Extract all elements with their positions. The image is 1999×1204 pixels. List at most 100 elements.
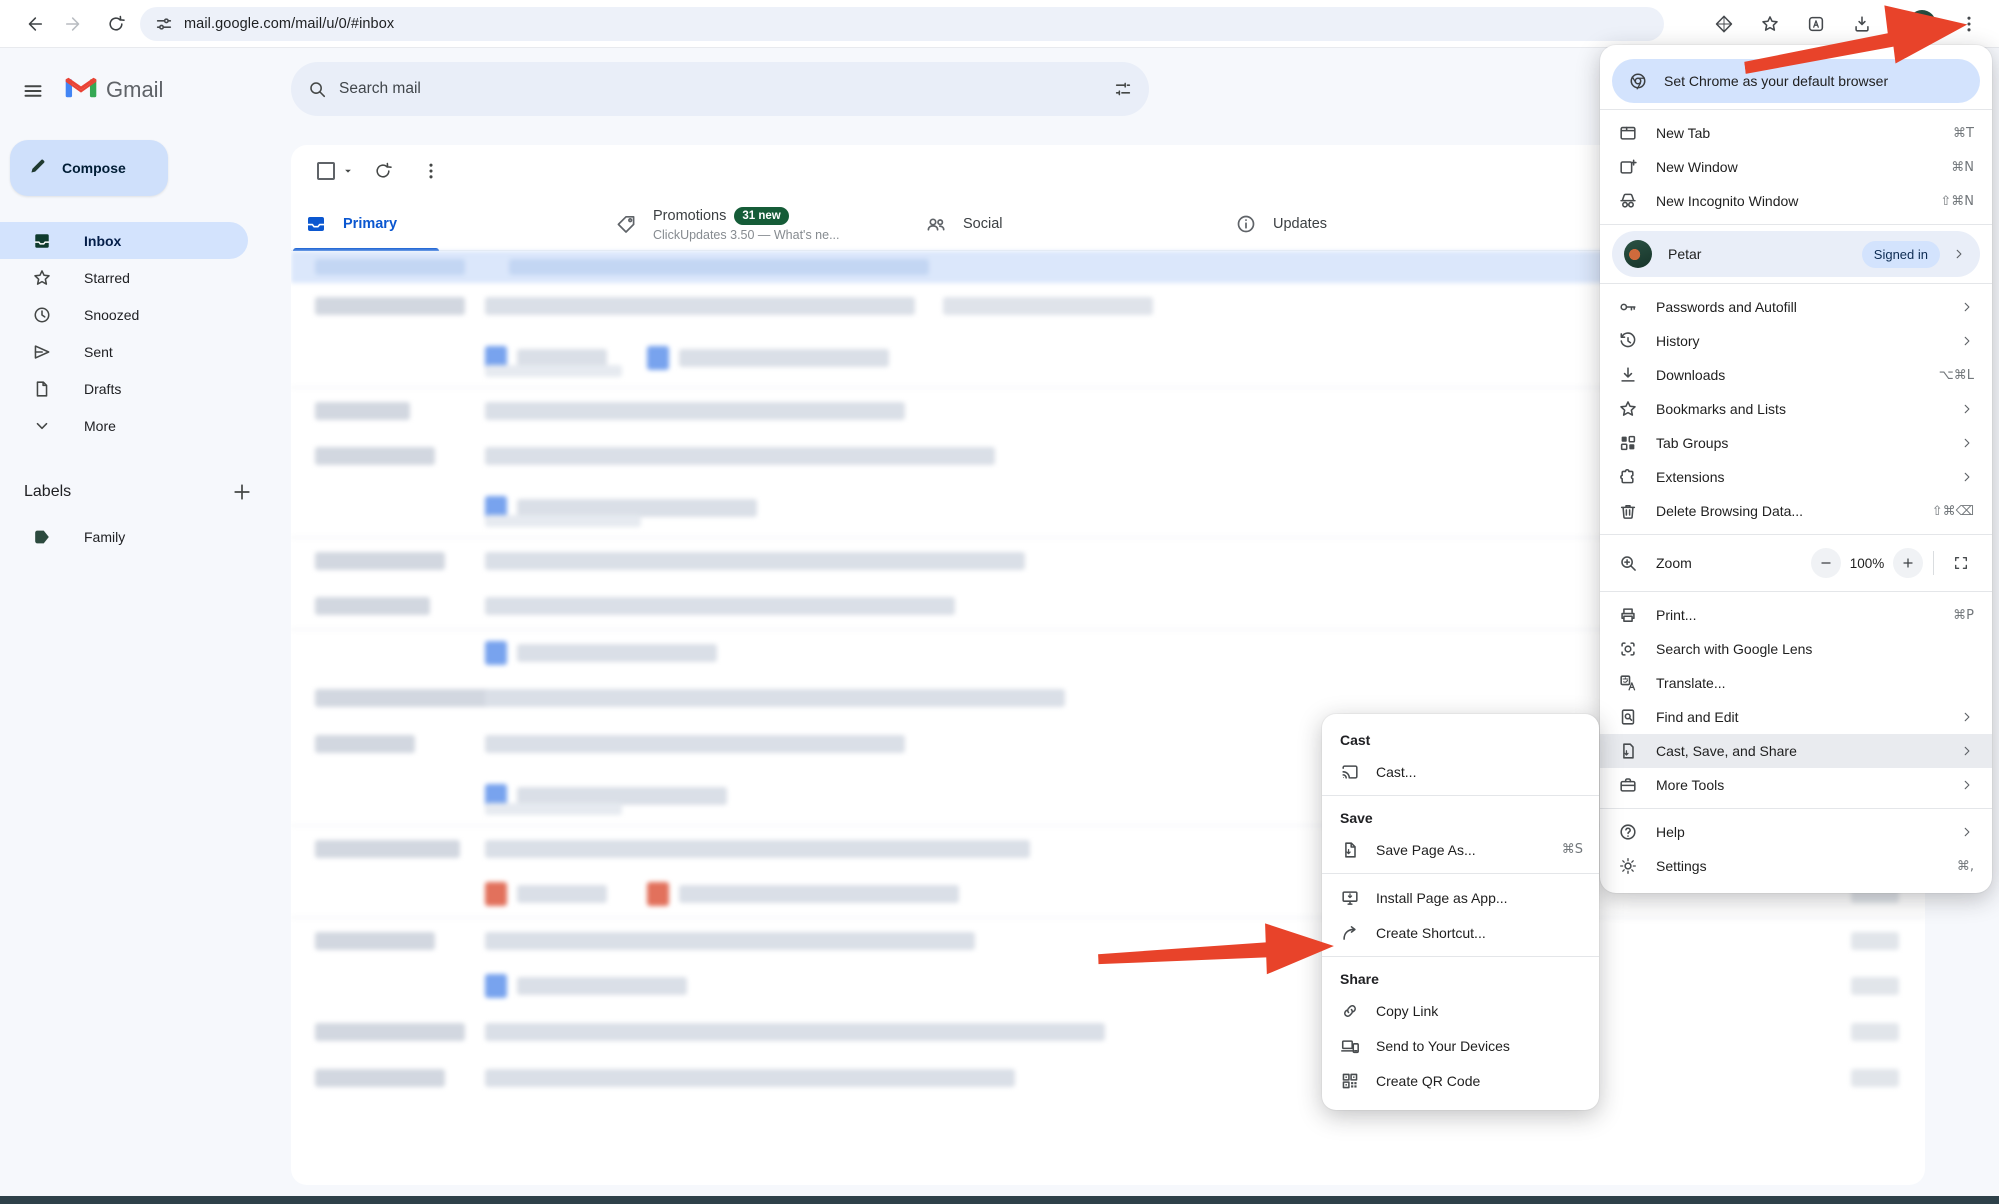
submenu-item-send-to-your-devices[interactable]: Send to Your Devices: [1322, 1028, 1599, 1063]
chevron-right-icon: [1960, 825, 1974, 839]
tab-primary[interactable]: Primary: [291, 197, 601, 251]
email-row[interactable]: [291, 963, 1925, 1009]
forward-icon[interactable]: [56, 6, 92, 42]
site-settings-icon[interactable]: [154, 14, 174, 34]
menu-item-cast-save-and-share[interactable]: Cast, Save, and Share: [1600, 734, 1992, 768]
extension-a-icon[interactable]: [1798, 6, 1834, 42]
list-more-icon[interactable]: [411, 151, 451, 191]
submenu-item-create-shortcut[interactable]: Create Shortcut...: [1322, 915, 1599, 950]
tab-social[interactable]: Social: [911, 197, 1221, 251]
bookmark-star-icon[interactable]: [1752, 6, 1788, 42]
set-default-browser-banner[interactable]: Set Chrome as your default browser: [1612, 59, 1980, 103]
hamburger-menu-icon[interactable]: [12, 70, 54, 112]
chevron-right-icon: [1960, 436, 1974, 450]
submenu-divider: [1322, 956, 1599, 957]
refresh-icon[interactable]: [363, 151, 403, 191]
download-icon: [1618, 365, 1638, 385]
shortcut-hint: ⌘S: [1562, 842, 1583, 857]
chevron-right-icon: [1960, 470, 1974, 484]
download-tray-icon[interactable]: [1844, 6, 1880, 42]
sidebar-item-more[interactable]: More: [0, 407, 258, 444]
kebab-menu-icon[interactable]: [1951, 6, 1987, 42]
submenu-item-install-page-as-app[interactable]: Install Page as App...: [1322, 880, 1599, 915]
menu-item-tab-groups[interactable]: Tab Groups: [1600, 426, 1992, 460]
menu-item-label: Settings: [1656, 858, 1945, 874]
fullscreen-icon[interactable]: [1944, 548, 1978, 578]
chevron-right-icon: [1960, 710, 1974, 724]
menu-item-search-with-google-lens[interactable]: Search with Google Lens: [1600, 632, 1992, 666]
tab-updates[interactable]: Updates: [1221, 197, 1531, 251]
menu-item-passwords-and-autofill[interactable]: Passwords and Autofill: [1600, 290, 1992, 324]
tab-groups-icon: [1618, 433, 1638, 453]
submenu-item-label: Cast...: [1376, 764, 1583, 780]
search-bar[interactable]: [291, 62, 1149, 116]
menu-item-label: Downloads: [1656, 367, 1927, 383]
reload-icon[interactable]: [98, 6, 134, 42]
menu-item-print[interactable]: Print...⌘P: [1600, 598, 1992, 632]
profile-avatar[interactable]: [1908, 10, 1936, 38]
menu-item-history[interactable]: History: [1600, 324, 1992, 358]
menu-divider: [1600, 534, 1992, 535]
address-bar[interactable]: mail.google.com/mail/u/0/#inbox: [140, 7, 1664, 41]
submenu-header-cast: Cast: [1322, 724, 1599, 754]
menu-item-extensions[interactable]: Extensions: [1600, 460, 1992, 494]
url-text[interactable]: mail.google.com/mail/u/0/#inbox: [184, 16, 394, 32]
back-icon[interactable]: [16, 6, 52, 42]
create-label-icon[interactable]: [226, 476, 258, 508]
tab-label: Social: [963, 216, 1003, 232]
chevron-right-icon: [1960, 744, 1974, 758]
zoom-out-button[interactable]: [1811, 548, 1841, 578]
extension-diamond-icon[interactable]: [1706, 6, 1742, 42]
zoom-label: Zoom: [1656, 555, 1811, 571]
search-input[interactable]: [339, 80, 1113, 98]
select-all-checkbox[interactable]: [317, 162, 335, 180]
menu-item-translate[interactable]: Translate...: [1600, 666, 1992, 700]
search-options-icon[interactable]: [1113, 79, 1133, 99]
chev-down-icon: [32, 416, 52, 436]
menu-item-more-tools[interactable]: More Tools: [1600, 768, 1992, 802]
tab-promotions[interactable]: Promotions31 newClickUpdates 3.50 — What…: [601, 197, 911, 251]
email-row[interactable]: [291, 917, 1925, 963]
chevron-right-icon: [1952, 247, 1966, 261]
profile-row[interactable]: PetarSigned in: [1612, 231, 1980, 277]
incognito-icon: [1618, 191, 1638, 211]
history-icon: [1618, 331, 1638, 351]
compose-button[interactable]: Compose: [10, 140, 168, 196]
email-row[interactable]: [291, 1009, 1925, 1055]
cast-save-share-submenu: CastCast...SaveSave Page As...⌘SInstall …: [1322, 714, 1599, 1110]
new-tab-icon: [1618, 123, 1638, 143]
menu-item-label: New Window: [1656, 159, 1939, 175]
menu-item-downloads[interactable]: Downloads⌥⌘L: [1600, 358, 1992, 392]
select-caret-icon[interactable]: [341, 164, 355, 178]
updates-tab-icon: [1235, 213, 1257, 235]
sidebar-item-starred[interactable]: Starred: [0, 259, 258, 296]
trash-icon: [1618, 501, 1638, 521]
menu-item-new-tab[interactable]: New Tab⌘T: [1600, 116, 1992, 150]
email-row[interactable]: [291, 1055, 1925, 1101]
menu-item-new-window[interactable]: New Window⌘N: [1600, 150, 1992, 184]
sidebar-label-family[interactable]: Family: [0, 518, 258, 555]
menu-item-label: Find and Edit: [1656, 709, 1948, 725]
sidebar-item-inbox[interactable]: Inbox: [0, 222, 248, 259]
submenu-item-copy-link[interactable]: Copy Link: [1322, 993, 1599, 1028]
submenu-item-save-page-as[interactable]: Save Page As...⌘S: [1322, 832, 1599, 867]
menu-item-find-and-edit[interactable]: Find and Edit: [1600, 700, 1992, 734]
menu-item-delete-browsing-data[interactable]: Delete Browsing Data...⇧⌘⌫: [1600, 494, 1992, 528]
zoom-in-button[interactable]: [1893, 548, 1923, 578]
menu-item-new-incognito-window[interactable]: New Incognito Window⇧⌘N: [1600, 184, 1992, 218]
menu-item-help[interactable]: Help: [1600, 815, 1992, 849]
draft-icon: [32, 379, 52, 399]
sidebar-item-snoozed[interactable]: Snoozed: [0, 296, 258, 333]
sidebar-item-drafts[interactable]: Drafts: [0, 370, 258, 407]
submenu-item-cast[interactable]: Cast...: [1322, 754, 1599, 789]
signed-in-badge: Signed in: [1862, 241, 1940, 268]
sidebar-item-sent[interactable]: Sent: [0, 333, 258, 370]
shortcut-hint: ⌘,: [1957, 859, 1974, 874]
lens-icon: [1618, 639, 1638, 659]
sidebar-item-label: Inbox: [84, 233, 121, 249]
menu-item-bookmarks-and-lists[interactable]: Bookmarks and Lists: [1600, 392, 1992, 426]
menu-item-settings[interactable]: Settings ⌘,: [1600, 849, 1992, 883]
menu-item-label: Search with Google Lens: [1656, 641, 1974, 657]
submenu-item-create-qr-code[interactable]: Create QR Code: [1322, 1063, 1599, 1098]
shortcut-hint: ⇧⌘N: [1940, 194, 1974, 209]
